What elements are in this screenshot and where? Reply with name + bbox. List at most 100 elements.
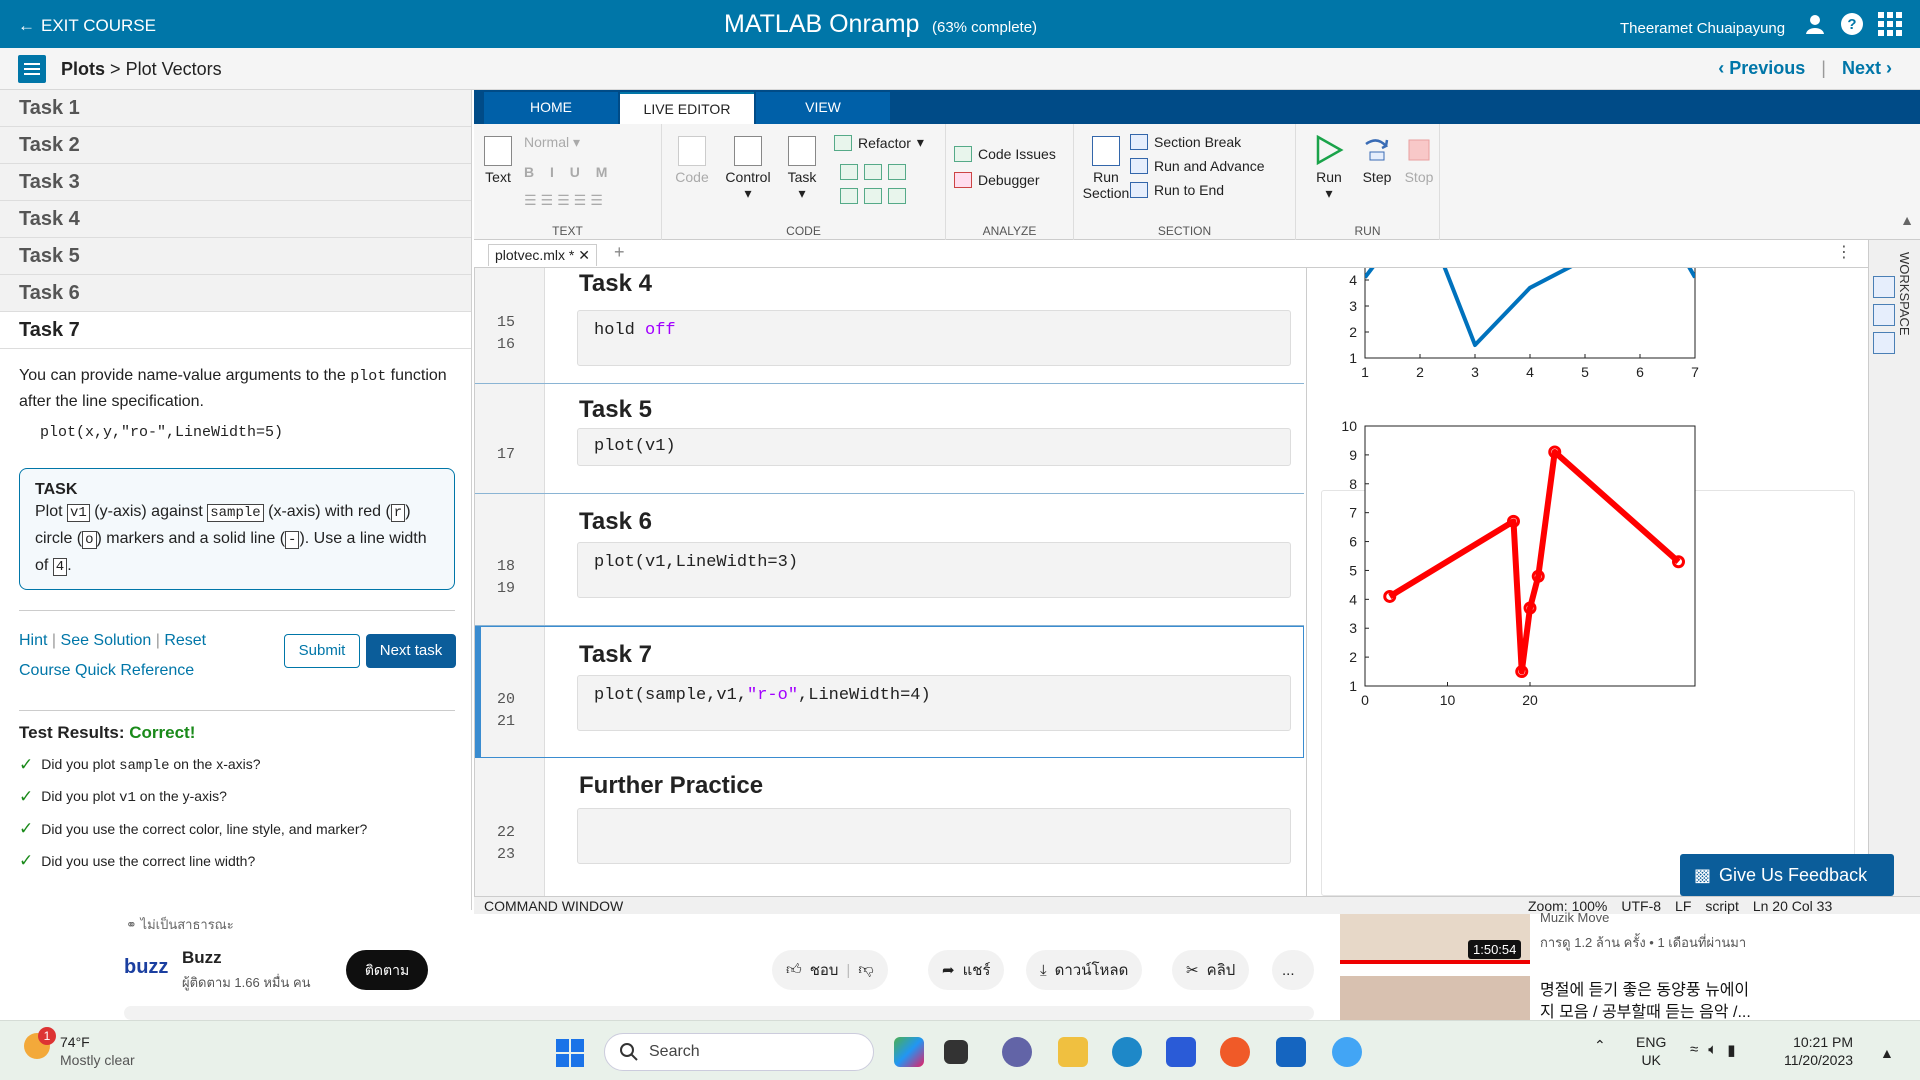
submit-button[interactable]: Submit (284, 634, 360, 668)
copilot-icon[interactable] (894, 1037, 924, 1067)
exit-course-button[interactable]: ← EXIT COURSE (18, 16, 156, 36)
code-tools-row[interactable] (840, 164, 906, 180)
refactor-button[interactable]: Refactor ▾ (834, 134, 924, 151)
code-cell[interactable]: plot(v1) (577, 428, 1291, 466)
channel-name[interactable]: Buzz (182, 948, 222, 968)
debugger-button[interactable]: Debugger (954, 172, 1040, 188)
file-tab[interactable]: plotvec.mlx * ✕ (488, 244, 597, 266)
stop-button[interactable]: Stop (1402, 134, 1436, 185)
code-cell[interactable]: plot(v1,LineWidth=3) (577, 542, 1291, 598)
share-icon: ➦ (942, 962, 955, 979)
text-style-dropdown[interactable]: Normal ▾ (524, 134, 580, 151)
task-item[interactable]: Task 6 (0, 275, 471, 312)
system-tray[interactable]: ≈ 🔈︎ ▮ (1690, 1041, 1736, 1059)
app-icon[interactable] (1332, 1037, 1362, 1067)
output-inline-icon[interactable] (1873, 276, 1895, 298)
apps-grid-icon[interactable] (1878, 12, 1902, 36)
chevron-right-icon: › (1886, 58, 1892, 78)
code-issues-button[interactable]: Code Issues (954, 146, 1056, 162)
system-clock[interactable]: 10:21 PM 11/20/2023 (1784, 1033, 1853, 1069)
course-reference-link[interactable]: Course Quick Reference (19, 656, 206, 686)
task-view-icon[interactable] (944, 1040, 968, 1064)
next-task-button[interactable]: Next task (366, 634, 456, 668)
tab-home[interactable]: HOME (484, 92, 618, 124)
more-actions-button[interactable]: ... (1272, 950, 1314, 990)
chat-icon[interactable] (1002, 1037, 1032, 1067)
workspace-label[interactable]: WORKSPACE (1897, 252, 1912, 336)
step-button[interactable]: Step (1360, 134, 1394, 185)
firefox-icon[interactable] (1220, 1037, 1250, 1067)
section-title: Task 7 (579, 641, 652, 668)
share-button[interactable]: ➦ แชร์ (928, 950, 1005, 990)
y-tick-label: 4 (1349, 272, 1357, 288)
media-player-icon[interactable] (1276, 1037, 1306, 1067)
reset-link[interactable]: Reset (164, 632, 206, 649)
user-icon[interactable] (1804, 13, 1826, 35)
breadcrumb-section[interactable]: Plots (61, 59, 105, 79)
hamburger-menu-icon[interactable] (18, 55, 46, 83)
close-icon[interactable]: ✕ (578, 247, 590, 263)
collapse-toolstrip-icon[interactable]: ▲ (1900, 212, 1914, 228)
clip-button[interactable]: ✂ คลิป (1172, 950, 1250, 990)
scissors-icon: ✂ (1186, 962, 1199, 979)
task-item[interactable]: Task 2 (0, 127, 471, 164)
suggested-title[interactable]: 명절에 듣기 좋은 동양풍 뉴에이 (1540, 976, 1749, 1000)
like-button[interactable]: 👍︎ ชอบ | 👎︎ (772, 950, 888, 990)
file-explorer-icon[interactable] (1058, 1037, 1088, 1067)
thumbs-down-icon[interactable]: 👎︎ (858, 961, 873, 979)
input-language[interactable]: ENG UK (1636, 1033, 1666, 1069)
run-button[interactable]: Run ▾ (1312, 134, 1346, 202)
command-window-label[interactable]: COMMAND WINDOW (484, 898, 623, 914)
indent-tools-row[interactable] (840, 188, 906, 204)
code-cell[interactable]: plot(sample,v1,"r-o",LineWidth=4) (577, 675, 1291, 731)
new-tab-icon[interactable]: + (614, 242, 625, 263)
run-to-end-button[interactable]: Run to End (1130, 182, 1224, 198)
taskbar-search[interactable]: Search (604, 1033, 874, 1071)
previous-link[interactable]: ‹ Previous (1718, 58, 1805, 79)
hint-link[interactable]: Hint (19, 632, 47, 649)
code-cell[interactable] (577, 808, 1291, 864)
see-solution-link[interactable]: See Solution (61, 632, 152, 649)
test-results: Test Results: Correct! ✓ Did you plot sa… (19, 710, 455, 871)
start-windows-icon[interactable] (556, 1039, 584, 1067)
suggested-video-thumbnail-2[interactable] (1340, 976, 1530, 1020)
chevron-up-icon[interactable]: ⌃ (1594, 1037, 1606, 1054)
tab-live-editor[interactable]: LIVE EDITOR (620, 92, 754, 124)
subscribe-button[interactable]: ติดตาม (346, 950, 428, 990)
help-icon[interactable]: ? (1840, 12, 1864, 36)
code-string: "r-o" (747, 686, 799, 705)
store-icon[interactable] (1166, 1037, 1196, 1067)
suggested-channel[interactable]: Muzik Move (1540, 910, 1609, 925)
run-and-advance-button[interactable]: Run and Advance (1130, 158, 1265, 174)
more-options-icon[interactable]: ⋮ (1836, 242, 1852, 262)
list-align-buttons[interactable]: ☰☰☰☰☰ (524, 192, 607, 209)
task-item[interactable]: Task 5 (0, 238, 471, 275)
hide-code-icon[interactable] (1873, 332, 1895, 354)
section-break-button[interactable]: Section Break (1130, 134, 1241, 150)
next-link[interactable]: Next › (1842, 58, 1892, 79)
comment-icon (840, 164, 858, 180)
user-name[interactable]: Theeramet Chuaipayung (1620, 20, 1785, 37)
code-button[interactable]: Code (672, 136, 712, 185)
task-item-active[interactable]: Task 7 (0, 312, 471, 349)
suggested-title-2[interactable]: 지 모음 / 공부할때 듣는 음악 /... (1540, 998, 1751, 1022)
run-section-button[interactable]: Run Section (1080, 136, 1132, 201)
tab-view[interactable]: VIEW (756, 92, 890, 124)
code-cell[interactable]: hold off (577, 310, 1291, 366)
download-button[interactable]: ⤓ ดาวน์โหลด (1026, 950, 1143, 990)
output-right-icon[interactable] (1873, 304, 1895, 326)
edge-browser-icon[interactable] (1112, 1037, 1142, 1067)
nav-divider: | (1821, 58, 1826, 78)
text-button[interactable]: Text (482, 136, 514, 185)
weather-widget[interactable]: 1 74°F Mostly clear (24, 1027, 135, 1069)
notification-bell-icon[interactable]: ▲ (1880, 1045, 1894, 1061)
task-item[interactable]: Task 4 (0, 201, 471, 238)
task-item[interactable]: Task 1 (0, 90, 471, 127)
give-feedback-button[interactable]: ▩ Give Us Feedback (1680, 854, 1894, 896)
task-item[interactable]: Task 3 (0, 164, 471, 201)
channel-logo[interactable]: buzz (124, 956, 168, 979)
task-button[interactable]: Task ▾ (782, 136, 822, 202)
format-buttons[interactable]: B I U M (524, 164, 613, 180)
chat-bubble-icon: ▩ (1694, 864, 1712, 885)
control-button[interactable]: Control ▾ (722, 136, 774, 202)
